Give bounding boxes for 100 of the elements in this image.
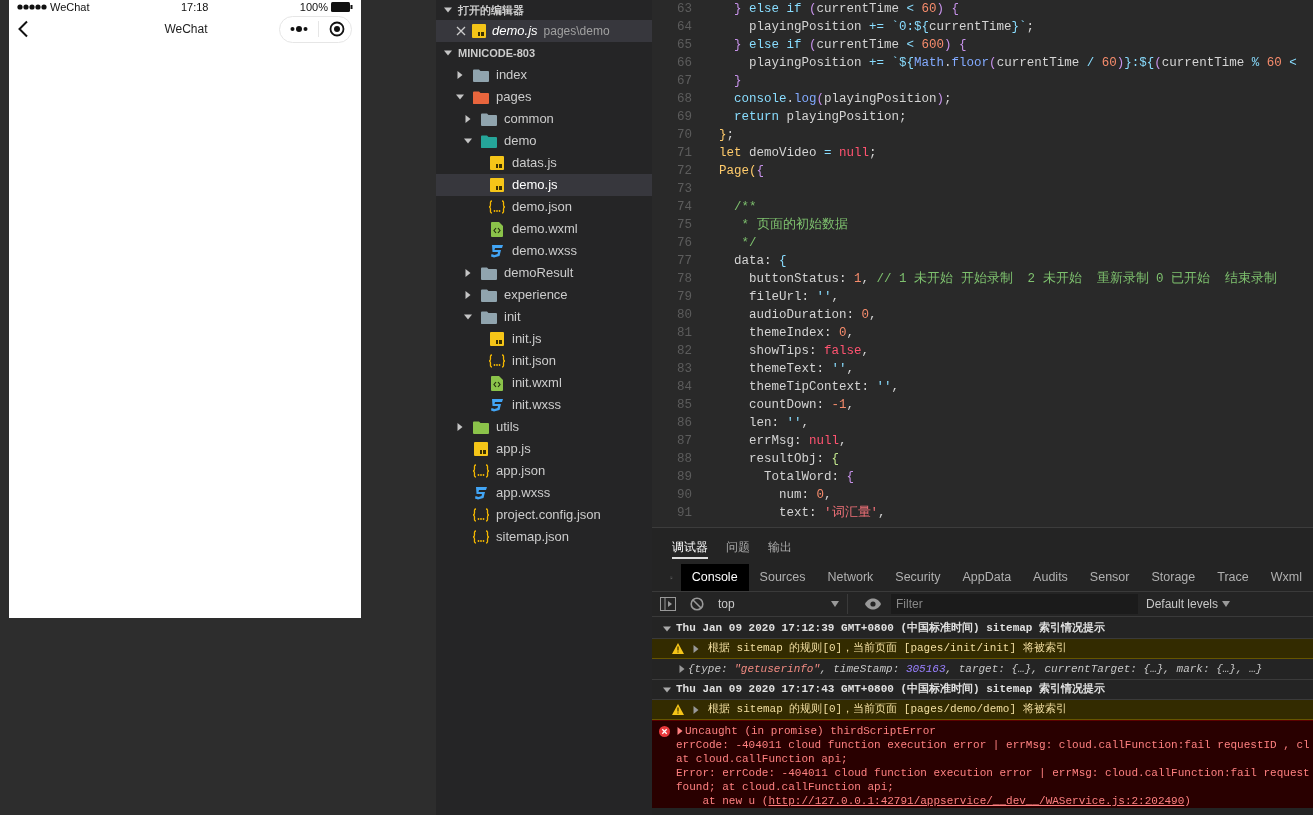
caret-icon: [1222, 601, 1231, 607]
file-item[interactable]: init.js: [436, 328, 652, 350]
folder-item[interactable]: pages: [436, 86, 652, 108]
code-line: audioDuration: 0,: [748, 306, 877, 324]
file-item[interactable]: init.wxml: [436, 372, 652, 394]
folder-icon: [481, 266, 497, 280]
file-item[interactable]: app.json: [436, 460, 652, 482]
close-icon[interactable]: [456, 26, 466, 36]
code-file-icon: [491, 375, 503, 391]
disclosure-triangle-icon[interactable]: [663, 685, 671, 694]
file-item[interactable]: init.json: [436, 350, 652, 372]
warning-icon: [672, 704, 684, 715]
file-item[interactable]: demo.wxss: [436, 240, 652, 262]
disclosure-triangle-icon[interactable]: [444, 6, 452, 14]
devtools-tab[interactable]: AppData: [951, 564, 1023, 591]
devtools-tab[interactable]: Console: [680, 564, 749, 591]
group-header[interactable]: Thu Jan 09 2020 17:17:43 GMT+0800 (中国标准时间) sitemap 索引情况提示: [676, 681, 1106, 698]
disclosure-triangle-icon[interactable]: [456, 71, 464, 79]
more-icon[interactable]: [290, 26, 308, 32]
error-line: at cloud.callFunction api;: [676, 752, 849, 766]
panel-tab[interactable]: 问题: [726, 533, 750, 559]
disclosure-triangle-icon[interactable]: [456, 423, 464, 431]
code-line: } else if (currentTime < 60) {: [733, 0, 960, 18]
caret-icon: [831, 601, 839, 607]
object-preview[interactable]: {type: "getuserinfo", timeStamp: 305163, target: {…}, currentTarget: {…}, mark: {…}, …}: [688, 660, 1263, 678]
code-line: return playingPosition;: [733, 108, 907, 126]
devtools-tab[interactable]: Network: [816, 564, 885, 591]
code-file-icon: [491, 221, 503, 237]
devtools-tab[interactable]: Trace: [1206, 564, 1260, 591]
section-header[interactable]: MINICODE-803: [436, 42, 652, 64]
code-line: len: '',: [748, 414, 810, 432]
css-file-icon: [490, 244, 504, 258]
source-link[interactable]: http://127.0.0.1:42791/appservice/__dev__/WAService.js:2:202490: [768, 795, 1185, 807]
folder-item[interactable]: common: [436, 108, 652, 130]
disclosure-triangle-icon[interactable]: [456, 93, 464, 101]
disclosure-triangle-icon[interactable]: [692, 705, 700, 714]
eye-icon[interactable]: [864, 598, 882, 610]
folder-item[interactable]: init: [436, 306, 652, 328]
carrier-label: WeChat: [50, 0, 90, 14]
file-item[interactable]: project.config.json: [436, 504, 652, 526]
code-line: themeIndex: 0,: [748, 324, 855, 342]
panel-tab[interactable]: 输出: [768, 533, 792, 559]
code-line: countDown: -1,: [748, 396, 855, 414]
signal-icon: [17, 4, 47, 10]
error-line: found; at cloud.callFunction api;: [676, 780, 895, 794]
disclosure-triangle-icon[interactable]: [464, 269, 472, 277]
braces-file-icon: [488, 200, 506, 214]
devtools-tab[interactable]: Audits: [1022, 564, 1079, 591]
disclosure-triangle-icon[interactable]: [676, 727, 684, 735]
file-item[interactable]: demo.json: [436, 196, 652, 218]
devtools-tab[interactable]: Wxml: [1259, 564, 1313, 591]
js-file-icon: [490, 156, 504, 170]
folder-item[interactable]: utils: [436, 416, 652, 438]
sidebar-toggle-icon[interactable]: [660, 597, 676, 611]
code-line: errMsg: null,: [748, 432, 847, 450]
clear-icon[interactable]: [690, 597, 704, 611]
disclosure-triangle-icon[interactable]: [678, 665, 686, 673]
battery-label: 100%: [299, 0, 328, 14]
error-line: errCode: -404011 cloud function execution error | errMsg: cloud.callFunction:fail requestID , cl: [676, 738, 1310, 752]
code-line: let demoVideo = null;: [719, 144, 877, 162]
devtools-tab[interactable]: Sources: [748, 564, 817, 591]
group-header[interactable]: Thu Jan 09 2020 17:12:39 GMT+0800 (中国标准时间) sitemap 索引情况提示: [676, 620, 1106, 637]
section-header[interactable]: 打开的编辑器: [436, 0, 652, 20]
file-item[interactable]: demo.js: [436, 174, 652, 196]
disclosure-triangle-icon[interactable]: [663, 624, 671, 633]
code-line: resultObj: {: [748, 450, 840, 468]
folder-item[interactable]: demo: [436, 130, 652, 152]
disclosure-triangle-icon[interactable]: [692, 644, 700, 653]
code-line: } else if (currentTime < 600) {: [733, 36, 967, 54]
context-select[interactable]: top: [718, 594, 848, 614]
code-line: TotalWord: {: [763, 468, 855, 486]
open-editor-item[interactable]: demo.js pages\demo: [436, 20, 652, 42]
disclosure-triangle-icon[interactable]: [464, 115, 472, 123]
folder-item[interactable]: demoResult: [436, 262, 652, 284]
file-item[interactable]: sitemap.json: [436, 526, 652, 548]
close-target-icon[interactable]: [329, 21, 345, 37]
panel-tab[interactable]: 调试器: [672, 533, 708, 559]
disclosure-triangle-icon[interactable]: [464, 313, 472, 321]
file-item[interactable]: app.js: [436, 438, 652, 460]
back-icon[interactable]: [17, 20, 29, 38]
disclosure-triangle-icon[interactable]: [444, 49, 452, 57]
disclosure-triangle-icon[interactable]: [464, 291, 472, 299]
code-line: /**: [733, 198, 757, 216]
error-title[interactable]: Uncaught (in promise) thirdScriptError: [685, 724, 936, 738]
file-item[interactable]: app.wxss: [436, 482, 652, 504]
folder-item[interactable]: index: [436, 64, 652, 86]
code-line: text: '词汇量',: [778, 504, 886, 522]
folder-item[interactable]: experience: [436, 284, 652, 306]
file-item[interactable]: demo.wxml: [436, 218, 652, 240]
levels-dropdown[interactable]: Default levels: [1146, 595, 1231, 613]
devtools-tab[interactable]: Storage: [1140, 564, 1207, 591]
filter-field[interactable]: Filter: [891, 594, 1138, 614]
disclosure-triangle-icon[interactable]: [464, 137, 472, 145]
file-item[interactable]: datas.js: [436, 152, 652, 174]
devtools-tab[interactable]: Security: [884, 564, 952, 591]
file-item[interactable]: init.wxss: [436, 394, 652, 416]
open-folder-icon: [473, 90, 489, 104]
devtools-tab[interactable]: Sensor: [1078, 564, 1141, 591]
braces-file-icon: [488, 354, 506, 368]
js-file-icon: [472, 24, 486, 38]
